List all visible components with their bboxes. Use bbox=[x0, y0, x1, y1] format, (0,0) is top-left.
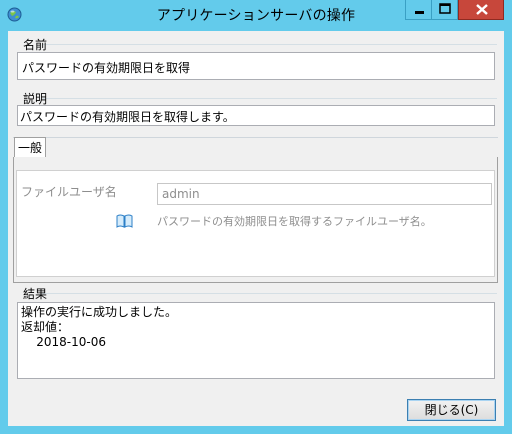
name-group-label: 名前 bbox=[23, 38, 48, 52]
general-settings-panel: ファイルユーザ名 admin パスワードの有効期限日を取得するファイルユーザ名。 bbox=[16, 170, 495, 277]
result-textarea[interactable]: 操作の実行に成功しました。 返却値： 2018-10-06 bbox=[17, 302, 495, 379]
name-field[interactable]: パスワードの有効期限日を取得 bbox=[17, 52, 495, 80]
tab-strip bbox=[13, 137, 498, 158]
tab-general[interactable]: 一般 bbox=[14, 137, 46, 158]
dialog-window: アプリケーションサーバの操作 名前 パスワードの有効期限日を取得 説明 パスワー… bbox=[0, 0, 512, 434]
minimize-button[interactable] bbox=[405, 0, 432, 20]
close-button[interactable]: 閉じる(C) bbox=[407, 399, 496, 421]
result-line: 操作の実行に成功しました。 bbox=[21, 305, 178, 319]
description-field[interactable]: パスワードの有効期限日を取得します。 bbox=[17, 105, 495, 126]
book-icon bbox=[116, 214, 133, 228]
maximize-icon bbox=[439, 3, 451, 14]
result-group-label: 結果 bbox=[23, 287, 48, 301]
close-icon bbox=[476, 4, 488, 15]
description-group-border bbox=[42, 98, 497, 99]
maximize-button[interactable] bbox=[432, 0, 458, 20]
name-group-border bbox=[42, 44, 497, 45]
result-group-border bbox=[42, 293, 497, 294]
minimize-icon bbox=[415, 11, 424, 14]
dialog-client-area: 名前 パスワードの有効期限日を取得 説明 パスワードの有効期限日を取得します。 … bbox=[8, 31, 504, 426]
result-line: 2018-10-06 bbox=[21, 335, 106, 349]
file-user-input[interactable]: admin bbox=[157, 183, 492, 205]
file-user-label: ファイルユーザ名 bbox=[21, 185, 117, 199]
close-window-button[interactable] bbox=[458, 0, 504, 20]
title-bar[interactable]: アプリケーションサーバの操作 bbox=[0, 0, 512, 30]
result-line: 返却値： bbox=[21, 320, 70, 334]
file-user-help-text: パスワードの有効期限日を取得するファイルユーザ名。 bbox=[157, 215, 432, 228]
